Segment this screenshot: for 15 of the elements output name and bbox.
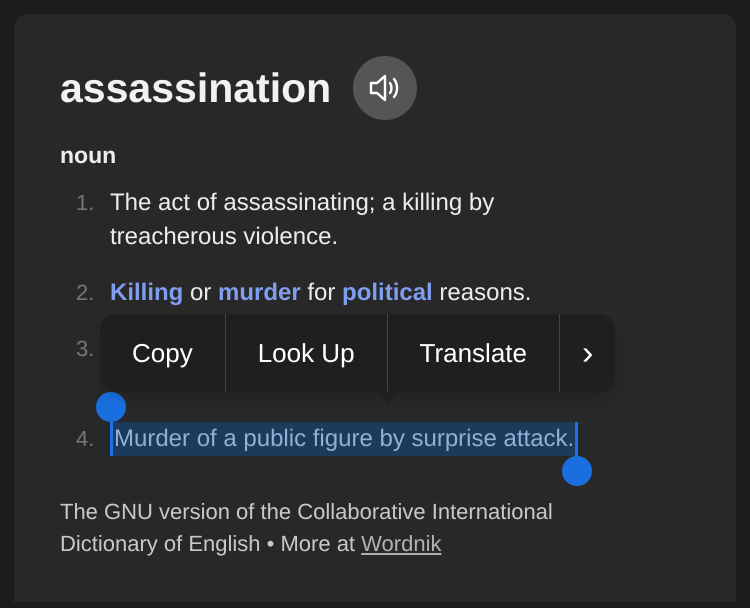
definition-number: 1. — [75, 189, 96, 217]
word-title: assassination — [60, 64, 332, 112]
source-text: The GNU version of the Collaborative International Dictionary of English • More at Wordnik — [60, 498, 554, 558]
more-button[interactable]: › — [558, 314, 616, 392]
definition-number: 2. — [75, 279, 96, 307]
part-of-speech: noun — [60, 141, 118, 170]
definition-number: 4. — [75, 425, 96, 453]
definition-text: Murder of a public figure by surprise attack. — [110, 422, 578, 456]
selection-handle[interactable] — [562, 456, 592, 486]
definition-number: 3. — [75, 335, 96, 363]
selection-handle[interactable] — [96, 392, 126, 422]
wordnik-link[interactable]: Wordnik — [361, 531, 442, 556]
menu-item[interactable]: Copy — [100, 314, 225, 392]
definition-text: Killing or murder for political reasons. — [110, 278, 532, 308]
definition-text: The act of assassinating; a killing by treacherous violence. — [110, 188, 496, 252]
